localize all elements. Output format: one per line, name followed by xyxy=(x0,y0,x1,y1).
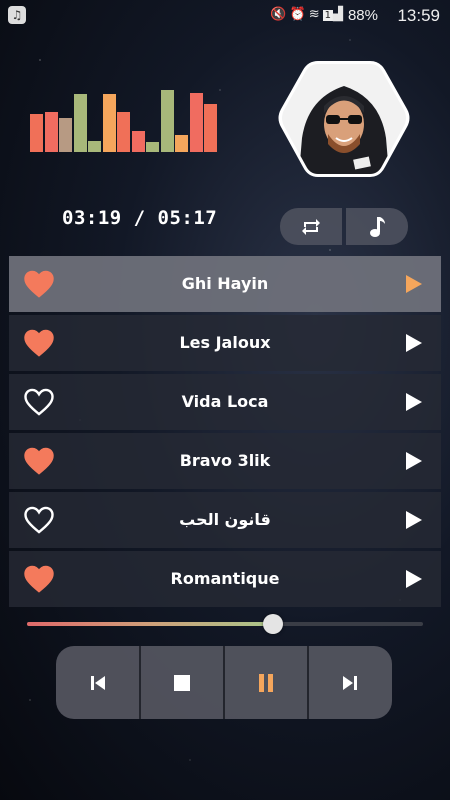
equalizer-bar xyxy=(88,141,101,152)
wifi-icon: ≋ xyxy=(308,7,323,22)
equalizer-bar xyxy=(117,112,130,152)
track-title: Vida Loca xyxy=(181,392,269,411)
sim-badge: 1 xyxy=(322,10,333,21)
alarm-icon: ⏰ xyxy=(289,7,309,22)
stop-icon xyxy=(173,674,190,691)
track-title: Ghi Hayin xyxy=(181,274,269,293)
track-row[interactable]: Bravo 3lik xyxy=(9,433,441,489)
next-button[interactable] xyxy=(308,646,391,719)
status-icons: 🔇⏰≋ 1 ▟ xyxy=(270,7,346,22)
repeat-icon xyxy=(302,218,320,235)
track-title: قانون الحب xyxy=(179,510,271,529)
artist-avatar[interactable] xyxy=(278,58,410,186)
heart-outline-icon[interactable] xyxy=(23,506,55,534)
play-icon[interactable] xyxy=(405,452,423,470)
heart-filled-icon[interactable] xyxy=(23,329,55,357)
heart-filled-icon[interactable] xyxy=(23,565,55,593)
track-row[interactable]: Les Jaloux xyxy=(9,315,441,371)
mute-icon: 🔇 xyxy=(270,7,290,22)
stop-button[interactable] xyxy=(140,646,225,719)
equalizer-bar xyxy=(175,135,188,152)
play-icon[interactable] xyxy=(405,393,423,411)
equalizer-bar xyxy=(160,90,174,152)
track-row[interactable]: قانون الحب xyxy=(9,492,441,548)
seek-progress xyxy=(27,622,273,626)
pause-icon xyxy=(258,673,273,692)
track-title: Les Jaloux xyxy=(179,333,271,352)
play-icon[interactable] xyxy=(405,511,423,529)
equalizer-bar xyxy=(146,142,159,152)
pause-button[interactable] xyxy=(224,646,309,719)
seek-bar[interactable] xyxy=(27,614,423,634)
play-icon[interactable] xyxy=(405,275,423,293)
equalizer-bar xyxy=(73,94,87,152)
app-notification-icon: ♫ xyxy=(8,6,26,24)
music-mode-button[interactable] xyxy=(346,208,408,245)
equalizer-bar xyxy=(59,118,72,152)
playback-controls xyxy=(56,646,392,719)
battery-level: 88% xyxy=(347,7,378,24)
track-row[interactable]: Romantique xyxy=(9,551,441,607)
play-icon[interactable] xyxy=(405,334,423,352)
heart-outline-icon[interactable] xyxy=(23,388,55,416)
repeat-button[interactable] xyxy=(280,208,342,245)
status-time: 13:59 xyxy=(397,6,440,25)
equalizer-bar xyxy=(30,114,43,152)
heart-filled-icon[interactable] xyxy=(23,270,55,298)
track-row[interactable]: Ghi Hayin xyxy=(9,256,441,312)
equalizer-bar xyxy=(189,93,203,152)
play-icon[interactable] xyxy=(405,570,423,588)
track-row[interactable]: Vida Loca xyxy=(9,374,441,430)
track-title: Bravo 3lik xyxy=(179,451,271,470)
playback-time: 03:19 / 05:17 xyxy=(62,207,218,229)
previous-button[interactable] xyxy=(56,646,141,719)
seek-handle[interactable] xyxy=(262,614,283,634)
music-note-icon xyxy=(370,216,385,237)
signal-icon: ▟ xyxy=(333,7,346,22)
equalizer-bar xyxy=(44,112,58,152)
equalizer-bar xyxy=(204,104,217,152)
skip-next-icon xyxy=(342,675,357,690)
equalizer-visualizer xyxy=(30,90,217,152)
heart-filled-icon[interactable] xyxy=(23,447,55,475)
status-bar: ♫ 🔇⏰≋ 1 ▟ 88% 13:59 xyxy=(0,0,450,32)
track-title: Romantique xyxy=(170,569,280,588)
equalizer-bar xyxy=(131,131,145,152)
equalizer-bar xyxy=(102,94,116,152)
skip-previous-icon xyxy=(90,675,105,690)
